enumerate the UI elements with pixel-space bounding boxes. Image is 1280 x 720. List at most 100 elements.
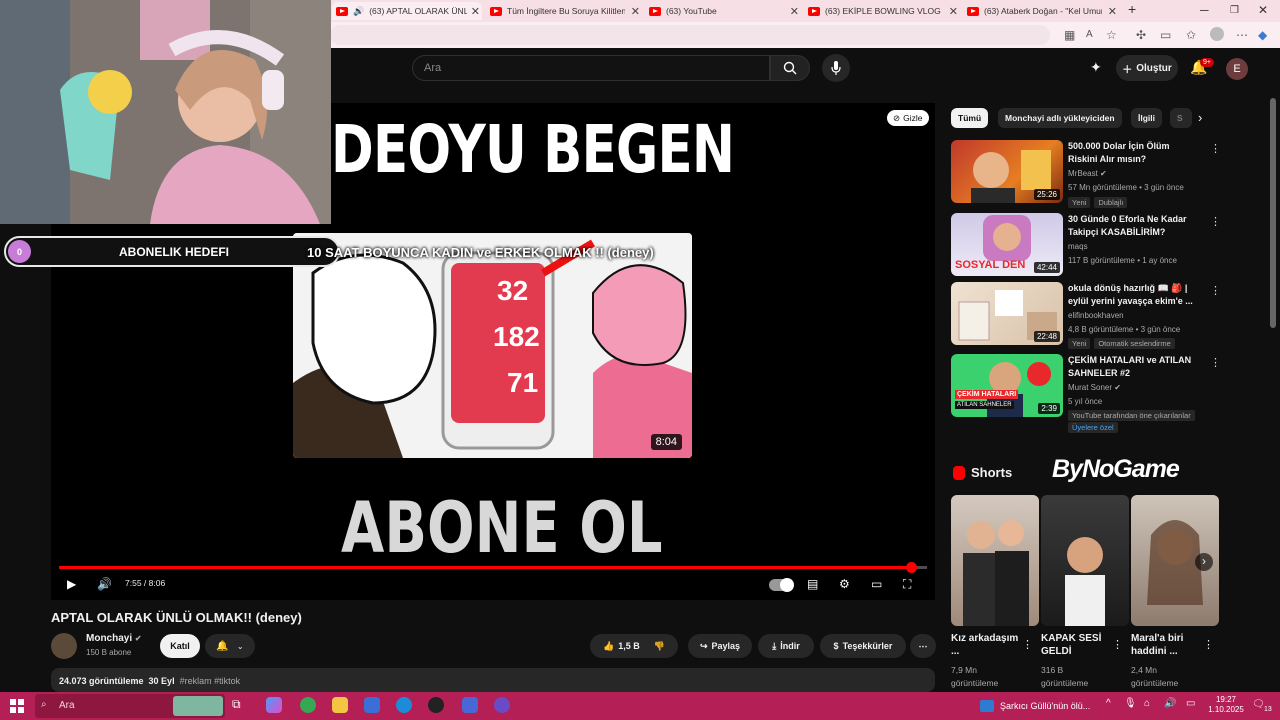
- discord-icon[interactable]: [494, 697, 510, 713]
- address-bar[interactable]: [330, 25, 1050, 45]
- app-icon[interactable]: ▦: [1064, 28, 1075, 42]
- channel-name[interactable]: Monchayi ✔: [86, 633, 142, 644]
- notification-center-icon[interactable]: 🗨: [1252, 700, 1265, 710]
- tab-2[interactable]: Tüm İngiltere Bu Soruya Kilitlendi ✕: [490, 2, 642, 20]
- app-icon[interactable]: [462, 697, 478, 713]
- create-button[interactable]: ＋ Oluştur: [1116, 55, 1178, 81]
- close-icon[interactable]: ✕: [949, 5, 958, 18]
- related-channel: Murat Soner ✔: [1068, 383, 1121, 392]
- tray-chevron-icon[interactable]: ^: [1106, 699, 1111, 709]
- tab-5[interactable]: (63) Ataberk Doğan - "Kel Umur A ✕: [967, 2, 1119, 20]
- search-input[interactable]: Ara: [412, 55, 770, 81]
- autoplay-toggle[interactable]: [769, 578, 794, 592]
- news-icon[interactable]: [980, 700, 994, 712]
- cast-icon[interactable]: ✦: [1090, 59, 1102, 76]
- related-video[interactable]: 22:48 okula dönüş hazırlığ 📖 🎒 | eylül y…: [951, 282, 1221, 349]
- read-aloud-icon[interactable]: A: [1086, 29, 1093, 40]
- copilot-icon[interactable]: [266, 697, 282, 713]
- dislike-icon[interactable]: 👎: [654, 641, 665, 652]
- close-icon[interactable]: ✕: [790, 5, 799, 18]
- tab-active[interactable]: 🔊 (63) APTAL OLARAK ÜNLÜ O ✕: [332, 2, 482, 20]
- theater-mode-icon[interactable]: ▭: [871, 577, 882, 591]
- more-icon[interactable]: ⋮: [1210, 215, 1221, 228]
- page-scrollbar[interactable]: [1270, 98, 1276, 328]
- more-icon[interactable]: ⋮: [1210, 284, 1221, 297]
- related-title: okula dönüş hazırlığ 📖 🎒 | eylül yerini …: [1068, 283, 1193, 306]
- profile-icon[interactable]: [1210, 27, 1224, 41]
- chevron-right-icon[interactable]: ›: [1195, 553, 1213, 571]
- subtitles-icon[interactable]: ▤: [807, 577, 818, 591]
- extensions-icon[interactable]: ✣: [1136, 28, 1146, 42]
- channel-avatar[interactable]: [51, 633, 77, 659]
- copilot-icon[interactable]: ◆: [1258, 28, 1267, 42]
- hide-button[interactable]: ⊘ Gizle: [887, 110, 929, 126]
- split-screen-icon[interactable]: ▭: [1160, 28, 1171, 42]
- related-video[interactable]: ÇEKİM HATALARI ATILAN SAHNELER 2:39 ÇEKİ…: [951, 354, 1221, 434]
- edge-icon[interactable]: [396, 697, 412, 713]
- fullscreen-icon[interactable]: ⛶: [903, 577, 911, 592]
- battery-icon[interactable]: ▭: [1186, 699, 1195, 709]
- close-icon[interactable]: ✕: [631, 5, 640, 18]
- store-icon[interactable]: [364, 697, 380, 713]
- related-badges: Yeni Dublajlı: [1068, 197, 1128, 208]
- minimize-icon[interactable]: ─: [1200, 3, 1209, 17]
- chip-more[interactable]: S: [1170, 108, 1192, 128]
- related-video[interactable]: 25:26 500.000 Dolar İçin Ölüm Riskini Al…: [951, 140, 1221, 208]
- more-icon[interactable]: ⋮: [1210, 356, 1221, 369]
- more-icon[interactable]: ⋯: [1236, 28, 1248, 42]
- tab-4[interactable]: (63) EKİPLE BOWLING VLOG !! YE ✕: [808, 2, 960, 20]
- short-thumbnail[interactable]: [951, 495, 1039, 626]
- chevron-right-icon[interactable]: ›: [1198, 110, 1202, 125]
- microphone-icon[interactable]: 🎙: [1124, 699, 1137, 709]
- task-view-icon[interactable]: ⧉: [232, 697, 248, 713]
- like-icon[interactable]: 👍: [603, 641, 614, 652]
- progress-bar[interactable]: [59, 562, 927, 573]
- taskbar-search[interactable]: ⌕ Ara: [35, 694, 225, 718]
- short-thumbnail[interactable]: [1041, 495, 1129, 626]
- endscreen-video-card[interactable]: 32 182 71 10 SAAT BOYUNCA KADIN ve ERKEK…: [293, 233, 692, 458]
- join-button[interactable]: Katıl: [160, 634, 200, 658]
- subscribed-button[interactable]: 🔔 ⌄: [205, 634, 255, 658]
- related-video[interactable]: SOSYAL DEN 42:44 30 Günde 0 Eforla Ne Ka…: [951, 213, 1221, 277]
- restore-icon[interactable]: ❐: [1230, 5, 1239, 16]
- favorite-star-icon[interactable]: ☆: [1106, 28, 1117, 42]
- more-icon[interactable]: ⋮: [1112, 638, 1123, 651]
- speaker-icon[interactable]: 🔊: [1164, 699, 1176, 709]
- window-close-icon[interactable]: ✕: [1258, 3, 1268, 17]
- news-ticker[interactable]: Şarkıcı Güllü'nün ölü...: [1000, 701, 1090, 711]
- play-icon[interactable]: ▶: [67, 577, 76, 591]
- obs-icon[interactable]: [428, 697, 444, 713]
- thanks-button[interactable]: $ Teşekkürler: [820, 634, 906, 658]
- more-icon[interactable]: ⋮: [1022, 638, 1033, 651]
- new-tab-button[interactable]: +: [1128, 1, 1136, 17]
- description-box[interactable]: 24.073 görüntüleme 30 Eyl #reklam #tikto…: [51, 668, 935, 692]
- chip-all[interactable]: Tümü: [951, 108, 989, 128]
- chip-related[interactable]: İlgili: [1131, 108, 1162, 128]
- progress-scrubber[interactable]: [906, 562, 918, 573]
- chrome-icon[interactable]: [300, 697, 316, 713]
- hashtags[interactable]: #reklam #tiktok: [180, 676, 241, 686]
- account-avatar[interactable]: E: [1226, 58, 1248, 80]
- favorites-icon[interactable]: ✩: [1186, 28, 1196, 42]
- close-icon[interactable]: ✕: [1108, 5, 1117, 18]
- volume-icon[interactable]: 🔊: [97, 577, 112, 591]
- settings-icon[interactable]: ⚙: [839, 577, 850, 591]
- file-explorer-icon[interactable]: [332, 697, 348, 713]
- network-icon[interactable]: ⌂: [1144, 699, 1150, 709]
- more-icon[interactable]: ⋮: [1203, 638, 1214, 651]
- short-thumbnail[interactable]: ›: [1131, 495, 1219, 626]
- like-count[interactable]: 1,5 B: [618, 641, 640, 651]
- related-thumbnail: SOSYAL DEN 42:44: [951, 213, 1063, 276]
- clock[interactable]: 19:27 1.10.2025: [1204, 695, 1248, 715]
- more-icon[interactable]: ⋮: [1210, 142, 1221, 155]
- share-button[interactable]: ↪ Paylaş: [688, 634, 752, 658]
- close-icon[interactable]: ✕: [471, 5, 480, 18]
- voice-search-button[interactable]: [822, 54, 850, 82]
- tab-3[interactable]: (63) YouTube ✕: [649, 2, 801, 20]
- search-button[interactable]: [770, 55, 810, 81]
- download-button[interactable]: ⤓ İndir: [758, 634, 814, 658]
- more-actions-button[interactable]: ⋯: [910, 634, 936, 658]
- chip-from-uploader[interactable]: Monchayi adlı yükleyiciden: [998, 108, 1122, 128]
- windows-start-icon[interactable]: [10, 699, 24, 713]
- short-art: [963, 520, 1029, 626]
